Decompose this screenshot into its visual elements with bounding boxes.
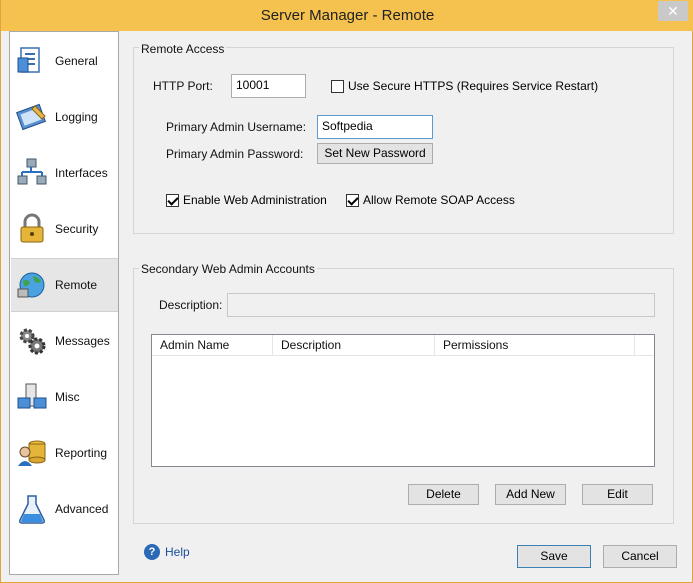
username-field[interactable]: Softpedia bbox=[317, 115, 433, 139]
general-icon bbox=[17, 47, 40, 73]
allow-soap-checkbox[interactable] bbox=[346, 193, 359, 207]
sidebar-item-security[interactable]: Security bbox=[11, 202, 118, 256]
enable-web-row[interactable]: Enable Web Administration bbox=[166, 193, 327, 207]
https-checkbox-row[interactable]: Use Secure HTTPS (Requires Service Resta… bbox=[331, 79, 598, 93]
sidebar-item-interfaces[interactable]: Interfaces bbox=[11, 146, 118, 200]
save-button[interactable]: Save bbox=[517, 545, 591, 568]
add-new-button[interactable]: Add New bbox=[495, 484, 566, 505]
set-password-button[interactable]: Set New Password bbox=[317, 143, 433, 164]
sidebar-item-label: Interfaces bbox=[55, 166, 108, 180]
description-label: Description: bbox=[159, 298, 223, 312]
client-area: General Logging Interfaces Security Remo… bbox=[9, 31, 686, 575]
sidebar-item-label: Misc bbox=[55, 390, 80, 404]
enable-web-label: Enable Web Administration bbox=[183, 193, 327, 207]
delete-button[interactable]: Delete bbox=[408, 484, 479, 505]
http-port-label: HTTP Port: bbox=[153, 79, 213, 93]
password-label: Primary Admin Password: bbox=[166, 147, 304, 161]
secondary-accounts-title: Secondary Web Admin Accounts bbox=[139, 262, 317, 276]
sidebar-item-label: Reporting bbox=[55, 446, 108, 460]
misc-icon bbox=[17, 383, 47, 409]
https-checkbox[interactable] bbox=[331, 79, 344, 93]
list-header: Admin Name Description Permissions bbox=[152, 335, 654, 356]
sidebar-item-misc[interactable]: Misc bbox=[11, 370, 118, 424]
sidebar: General Logging Interfaces Security Remo… bbox=[9, 31, 119, 575]
description-field[interactable] bbox=[227, 293, 655, 317]
sidebar-item-label: General bbox=[55, 54, 98, 68]
sidebar-item-label: Messages bbox=[55, 334, 110, 348]
allow-soap-row[interactable]: Allow Remote SOAP Access bbox=[346, 193, 515, 207]
https-label: Use Secure HTTPS (Requires Service Resta… bbox=[348, 79, 599, 93]
logging-icon bbox=[16, 103, 46, 131]
gear-icon bbox=[19, 328, 46, 355]
close-button[interactable]: ✕ bbox=[658, 1, 688, 21]
lock-icon bbox=[20, 213, 44, 243]
sidebar-item-general[interactable]: General bbox=[11, 34, 118, 88]
edit-button[interactable]: Edit bbox=[582, 484, 653, 505]
enable-web-checkbox[interactable] bbox=[166, 193, 179, 207]
server-manager-window: Server Manager - Remote ✕ General Loggin… bbox=[0, 0, 693, 583]
help-label[interactable]: Help bbox=[165, 545, 190, 559]
interfaces-icon bbox=[17, 158, 47, 185]
sidebar-item-reporting[interactable]: Reporting bbox=[11, 426, 118, 480]
admin-accounts-list[interactable]: Admin Name Description Permissions bbox=[151, 334, 655, 467]
flask-icon bbox=[19, 495, 45, 524]
column-admin-name[interactable]: Admin Name bbox=[152, 335, 273, 356]
sidebar-item-label: Logging bbox=[55, 110, 98, 124]
window-title: Server Manager - Remote bbox=[260, 7, 435, 24]
reporting-icon bbox=[18, 440, 46, 466]
username-label: Primary Admin Username: bbox=[166, 120, 307, 134]
cancel-button[interactable]: Cancel bbox=[603, 545, 677, 568]
sidebar-item-messages[interactable]: Messages bbox=[11, 314, 118, 368]
sidebar-item-advanced[interactable]: Advanced bbox=[11, 482, 118, 536]
help-link[interactable]: ? Help bbox=[144, 544, 190, 560]
title-bar[interactable]: Server Manager - Remote ✕ bbox=[1, 0, 693, 31]
sidebar-item-label: Security bbox=[55, 222, 99, 236]
help-icon: ? bbox=[144, 544, 160, 560]
sidebar-item-remote[interactable]: Remote bbox=[11, 258, 118, 312]
http-port-field[interactable]: 10001 bbox=[231, 74, 306, 98]
sidebar-item-logging[interactable]: Logging bbox=[11, 90, 118, 144]
sidebar-item-label: Advanced bbox=[55, 502, 109, 516]
column-description[interactable]: Description bbox=[273, 335, 435, 356]
remote-icon bbox=[17, 272, 45, 298]
column-permissions[interactable]: Permissions bbox=[435, 335, 635, 356]
allow-soap-label: Allow Remote SOAP Access bbox=[363, 193, 515, 207]
remote-access-title: Remote Access bbox=[139, 42, 227, 56]
sidebar-item-label: Remote bbox=[55, 278, 98, 292]
